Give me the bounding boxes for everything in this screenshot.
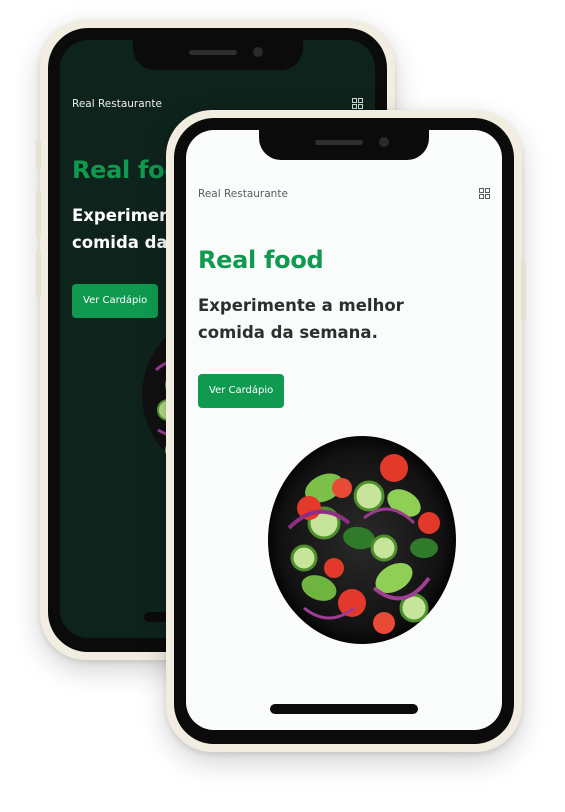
phone-side-button: [36, 190, 41, 238]
phone-side-button: [36, 140, 41, 170]
hero-subtitle: Experimente a melhor comida da semana.: [198, 296, 404, 342]
brand-name[interactable]: Real Restaurante: [198, 188, 288, 200]
brand-name[interactable]: Real Restaurante: [72, 98, 162, 110]
hero-title: Real food: [198, 246, 324, 274]
home-indicator: [270, 704, 418, 714]
grid-menu-icon[interactable]: [479, 188, 490, 199]
phone-mockup-light: Real Restaurante Real food Experimente a…: [166, 110, 526, 752]
phone-side-button: [521, 260, 526, 320]
app-header: Real Restaurante: [198, 188, 490, 204]
view-menu-button[interactable]: Ver Cardápio: [198, 374, 285, 408]
phone-notch: [132, 40, 303, 70]
phone-notch: [259, 130, 429, 160]
phone-side-button: [36, 250, 41, 298]
phone-screen-light: Real Restaurante Real food Experimente a…: [186, 130, 502, 730]
grid-menu-icon[interactable]: [352, 98, 363, 109]
salad-bowl-image: [268, 436, 456, 644]
